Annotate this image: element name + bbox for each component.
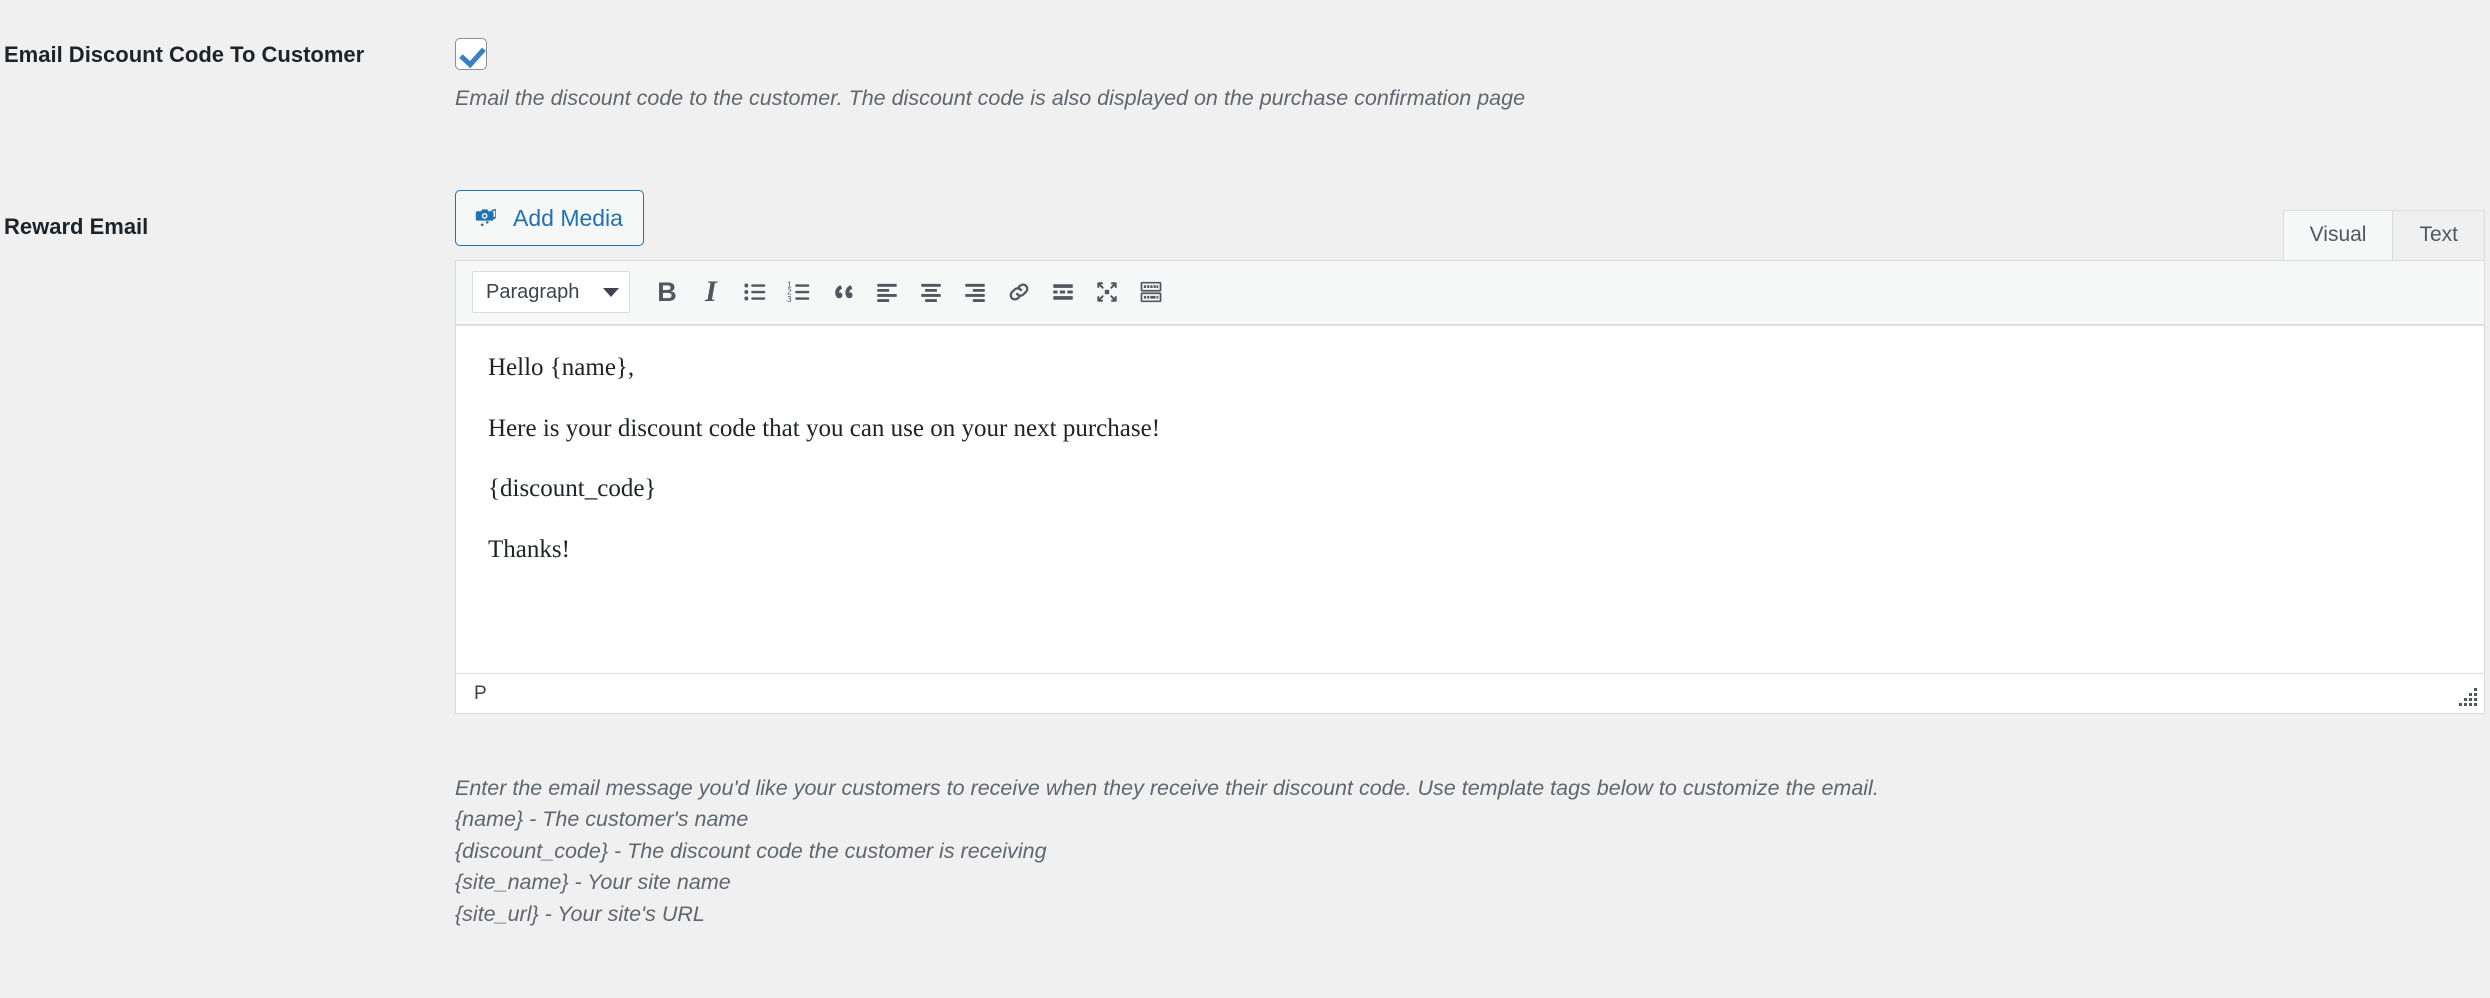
editor-content-area[interactable]: Hello {name}, Here is your discount code… xyxy=(456,325,2484,673)
fullscreen-icon[interactable] xyxy=(1086,271,1128,313)
help-line-tag-name: {name} - The customer's name xyxy=(455,806,2415,832)
tab-text[interactable]: Text xyxy=(2392,210,2485,260)
email-discount-checkbox[interactable] xyxy=(455,38,487,70)
insert-link-icon[interactable] xyxy=(998,271,1040,313)
align-center-icon[interactable] xyxy=(910,271,952,313)
wp-editor: Add Media Visual Text Paragraph xyxy=(455,190,2485,714)
settings-page: Email Discount Code To Customer Email th… xyxy=(0,0,2490,998)
editor-status-bar: P xyxy=(456,673,2484,713)
add-media-button[interactable]: Add Media xyxy=(455,190,644,246)
editor-mode-tabs: Visual Text xyxy=(2284,210,2485,260)
editor-toolbar: Paragraph B I xyxy=(456,261,2484,325)
help-line-tag-site-name: {site_name} - Your site name xyxy=(455,869,2415,895)
editor-paragraph: Hello {name}, xyxy=(488,352,2454,385)
read-more-icon[interactable] xyxy=(1042,271,1084,313)
help-line-tag-discount-code: {discount_code} - The discount code the … xyxy=(455,838,2415,864)
add-media-label: Add Media xyxy=(513,207,623,230)
element-path[interactable]: P xyxy=(474,683,487,705)
tab-visual[interactable]: Visual xyxy=(2283,210,2394,260)
numbered-list-icon[interactable]: 1 2 3 xyxy=(778,271,820,313)
resize-grip-icon[interactable] xyxy=(2459,688,2477,706)
editor-paragraph: Thanks! xyxy=(488,534,2454,567)
camera-music-icon xyxy=(474,205,501,232)
editor-container: Paragraph B I xyxy=(455,260,2485,714)
blockquote-icon[interactable] xyxy=(822,271,864,313)
email-discount-label: Email Discount Code To Customer xyxy=(0,38,455,69)
svg-text:3: 3 xyxy=(787,295,792,304)
format-select-value: Paragraph xyxy=(486,281,579,304)
help-line-intro: Enter the email message you'd like your … xyxy=(455,775,2415,801)
bold-icon[interactable]: B xyxy=(646,271,688,313)
toolbar-toggle-icon[interactable] xyxy=(1130,271,1172,313)
bulleted-list-icon[interactable] xyxy=(734,271,776,313)
setting-row-email-discount: Email Discount Code To Customer Email th… xyxy=(0,38,2490,114)
chevron-down-icon xyxy=(603,288,619,297)
reward-email-field: Add Media Visual Text Paragraph xyxy=(455,190,2490,714)
align-left-icon[interactable] xyxy=(866,271,908,313)
editor-paragraph: Here is your discount code that you can … xyxy=(488,413,2454,446)
setting-row-reward-email: Reward Email xyxy=(0,190,2490,714)
italic-icon[interactable]: I xyxy=(690,271,732,313)
editor-top-bar: Add Media Visual Text xyxy=(455,190,2485,260)
help-line-tag-site-url: {site_url} - Your site's URL xyxy=(455,901,2415,927)
email-discount-description: Email the discount code to the customer.… xyxy=(455,83,2480,114)
email-discount-field: Email the discount code to the customer.… xyxy=(455,38,2490,114)
reward-email-label: Reward Email xyxy=(0,190,455,241)
editor-paragraph: {discount_code} xyxy=(488,473,2454,506)
align-right-icon[interactable] xyxy=(954,271,996,313)
reward-email-help: Enter the email message you'd like your … xyxy=(455,775,2415,932)
format-select[interactable]: Paragraph xyxy=(472,271,630,313)
